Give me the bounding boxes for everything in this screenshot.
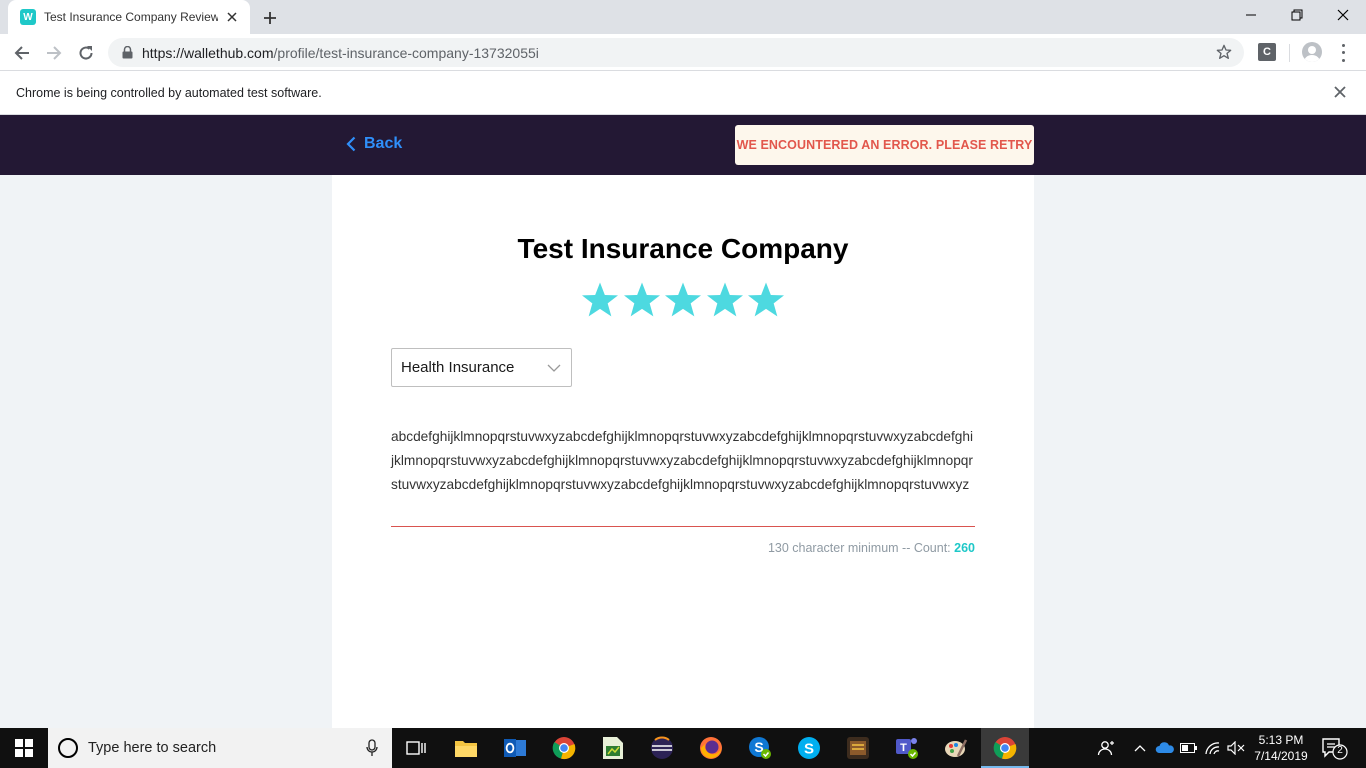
extension-icon[interactable]: C bbox=[1258, 43, 1276, 61]
outlook-icon[interactable] bbox=[491, 728, 539, 768]
chrome-icon[interactable] bbox=[540, 728, 588, 768]
company-title: Test Insurance Company bbox=[517, 233, 849, 264]
windows-start-icon[interactable] bbox=[0, 728, 48, 768]
window-close-icon[interactable] bbox=[1320, 0, 1366, 30]
infobar-close-icon[interactable] bbox=[1334, 85, 1350, 101]
chevron-down-icon bbox=[547, 364, 561, 372]
infobar-text: Chrome is being controlled by automated … bbox=[16, 85, 322, 100]
svg-text:T: T bbox=[900, 742, 907, 754]
search-placeholder: Type here to search bbox=[88, 740, 217, 756]
back-arrow-icon[interactable] bbox=[8, 39, 36, 67]
chevron-left-icon bbox=[346, 136, 356, 152]
review-card: Test Insurance Company Health Insurance … bbox=[332, 175, 1034, 728]
teams-icon[interactable]: T bbox=[883, 728, 931, 768]
chrome-active-icon[interactable] bbox=[981, 728, 1029, 768]
game-icon[interactable] bbox=[834, 728, 882, 768]
automation-infobar: Chrome is being controlled by automated … bbox=[0, 71, 1366, 115]
cortana-icon bbox=[58, 738, 78, 758]
review-textarea[interactable]: abcdefghijklmnopqrstuvwxyzabcdefghijklmn… bbox=[391, 425, 975, 497]
back-label: Back bbox=[364, 135, 403, 152]
star-icon[interactable] bbox=[580, 280, 620, 320]
back-button[interactable]: Back bbox=[346, 135, 402, 153]
page-header: Back WE ENCOUNTERED AN ERROR. PLEASE RET… bbox=[0, 115, 1366, 175]
wifi-icon[interactable] bbox=[1202, 728, 1224, 768]
reload-icon[interactable] bbox=[72, 39, 100, 67]
bookmark-star-icon[interactable] bbox=[1216, 44, 1234, 62]
star-icon[interactable] bbox=[746, 280, 786, 320]
clock-time: 5:13 PM bbox=[1258, 733, 1304, 747]
textarea-underline bbox=[391, 526, 975, 527]
error-banner: WE ENCOUNTERED AN ERROR. PLEASE RETRY bbox=[735, 125, 1034, 165]
star-icon[interactable] bbox=[705, 280, 745, 320]
browser-toolbar: https://wallethub.com/profile/test-insur… bbox=[0, 34, 1366, 71]
star-rating[interactable] bbox=[580, 280, 786, 320]
star-icon[interactable] bbox=[622, 280, 662, 320]
tab-title: Test Insurance Company Reviews bbox=[44, 10, 218, 24]
char-count-value: 260 bbox=[954, 541, 975, 555]
url-host: https://wallethub.com bbox=[142, 44, 274, 61]
toolbar-separator bbox=[1289, 44, 1290, 62]
taskbar-clock[interactable]: 5:13 PM 7/14/2019 bbox=[1248, 732, 1314, 764]
file-explorer-icon[interactable] bbox=[442, 728, 490, 768]
volume-muted-icon[interactable] bbox=[1225, 728, 1247, 768]
minimize-icon[interactable] bbox=[1228, 0, 1274, 30]
new-tab-button[interactable] bbox=[258, 6, 282, 30]
taskbar-search-input[interactable]: Type here to search bbox=[48, 728, 392, 768]
category-dropdown[interactable]: Health Insurance bbox=[391, 348, 572, 387]
action-center-icon[interactable]: 2 bbox=[1320, 736, 1348, 760]
address-bar[interactable]: https://wallethub.com/profile/test-insur… bbox=[108, 38, 1244, 67]
paint-icon[interactable] bbox=[932, 728, 980, 768]
profile-avatar-icon[interactable] bbox=[1302, 42, 1322, 62]
chrome-menu-icon[interactable] bbox=[1336, 42, 1350, 64]
skype-icon[interactable]: S bbox=[785, 728, 833, 768]
skype-business-icon[interactable]: S bbox=[736, 728, 784, 768]
task-view-icon[interactable] bbox=[392, 728, 440, 768]
category-selected-value: Health Insurance bbox=[401, 359, 515, 376]
char-count: 130 character minimum -- Count: 260 bbox=[768, 541, 975, 555]
url-path: /profile/test-insurance-company-13732055… bbox=[273, 44, 539, 61]
taskbar: Type here to search S S T 5:13 PM 7/14/2… bbox=[0, 728, 1366, 768]
url-text: https://wallethub.com/profile/test-insur… bbox=[142, 45, 539, 61]
forward-arrow-icon[interactable] bbox=[40, 39, 68, 67]
char-min-label: 130 character minimum -- Count: bbox=[767, 541, 955, 555]
notification-count: 2 bbox=[1337, 745, 1343, 756]
firefox-icon[interactable] bbox=[687, 728, 735, 768]
tab-strip: W Test Insurance Company Reviews bbox=[0, 0, 1366, 34]
clock-date: 7/14/2019 bbox=[1254, 749, 1308, 763]
microphone-icon[interactable] bbox=[366, 739, 378, 757]
people-icon[interactable] bbox=[1094, 728, 1118, 768]
onedrive-icon[interactable] bbox=[1153, 728, 1177, 768]
eclipse-icon[interactable] bbox=[638, 728, 686, 768]
browser-tab[interactable]: W Test Insurance Company Reviews bbox=[8, 0, 250, 34]
spreadsheet-icon[interactable] bbox=[589, 728, 637, 768]
svg-text:S: S bbox=[804, 741, 814, 758]
star-icon[interactable] bbox=[663, 280, 703, 320]
wallethub-favicon-icon: W bbox=[20, 9, 36, 25]
lock-icon bbox=[120, 46, 134, 60]
tab-close-icon[interactable] bbox=[224, 9, 240, 25]
chevron-up-icon[interactable] bbox=[1130, 728, 1150, 768]
restore-icon[interactable] bbox=[1274, 0, 1320, 30]
battery-icon[interactable] bbox=[1178, 728, 1200, 768]
